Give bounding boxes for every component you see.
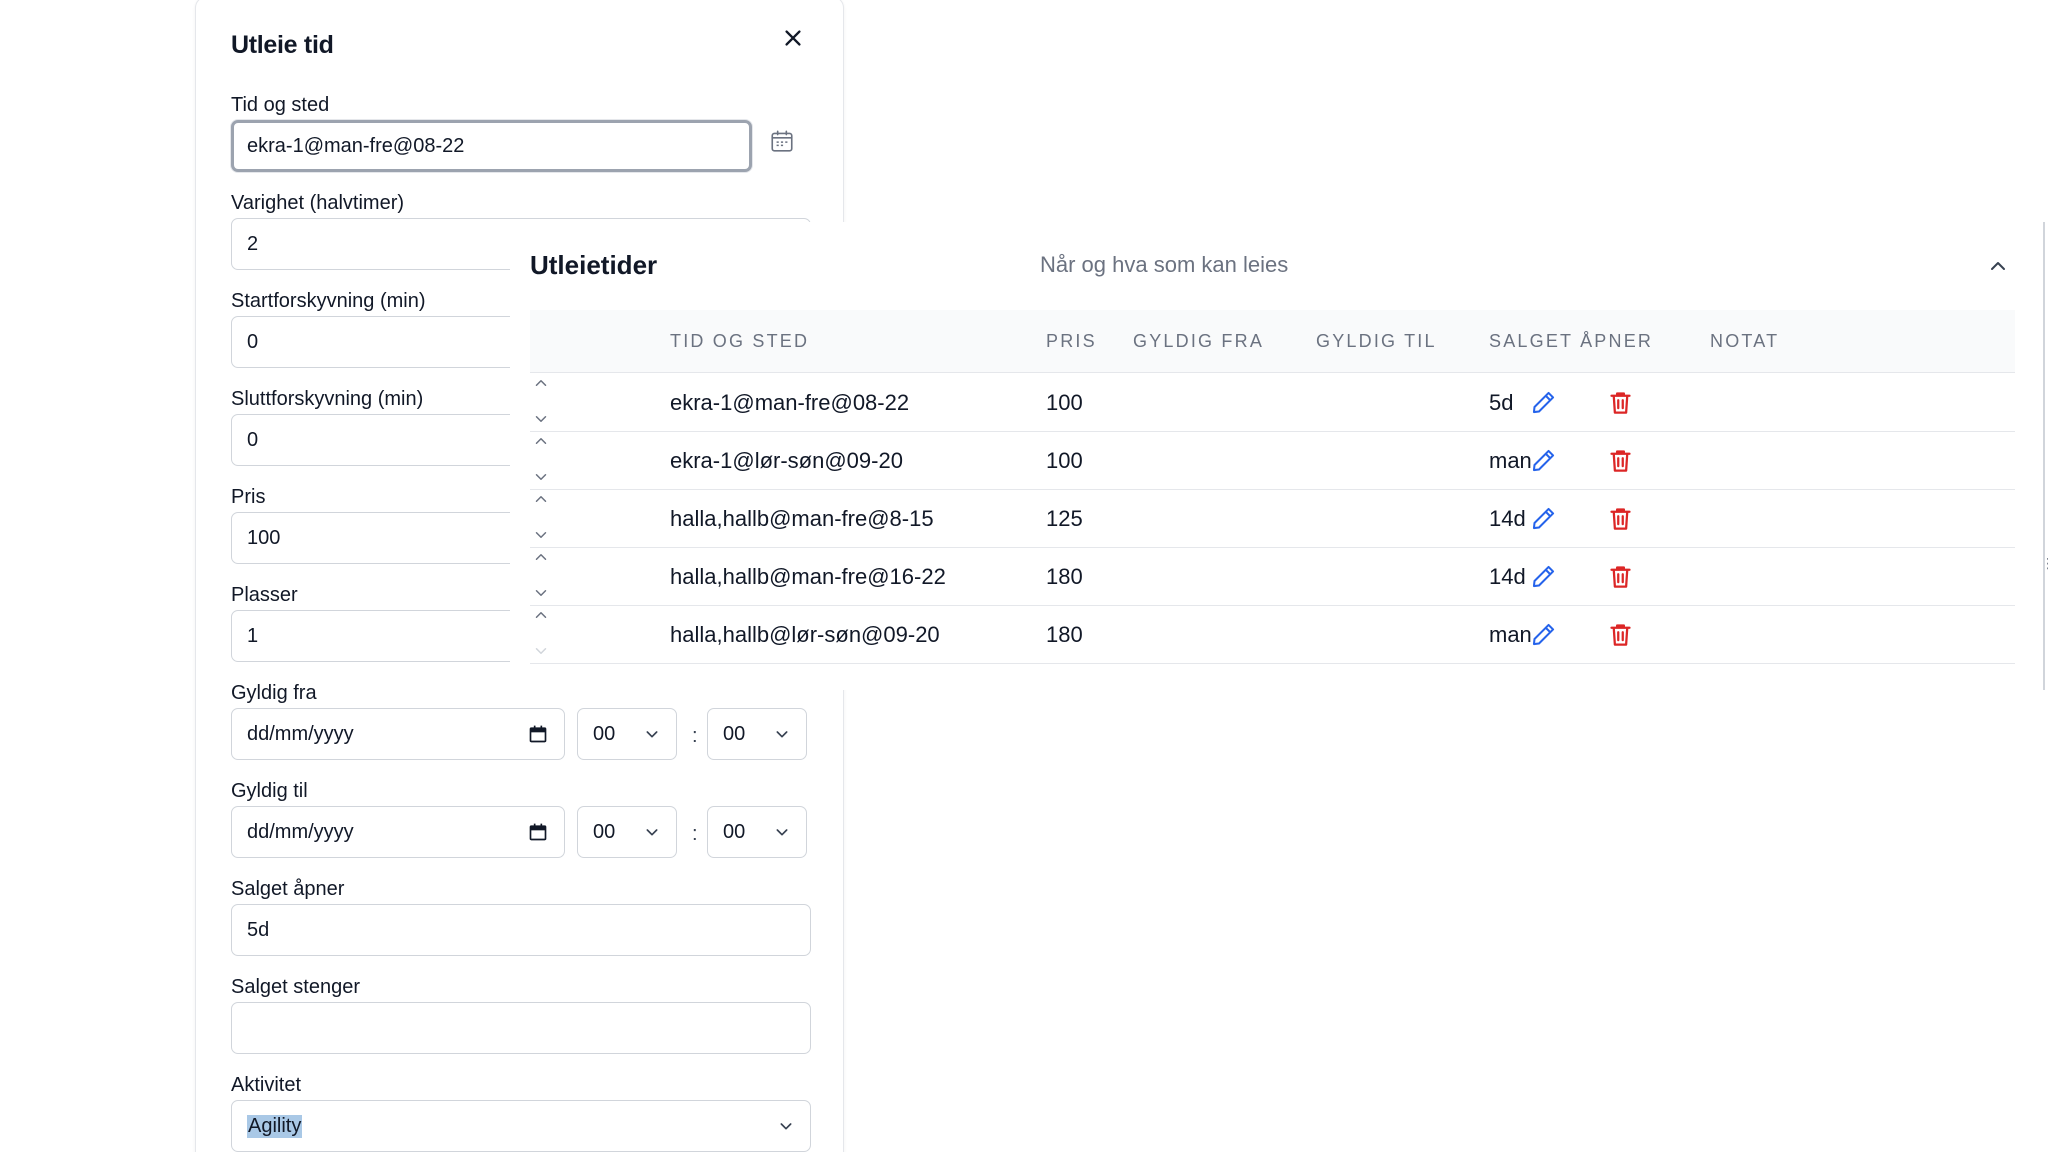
plasser-value: 1 xyxy=(247,624,259,647)
trash-icon[interactable] xyxy=(1607,563,1634,590)
startforskyvning-value: 0 xyxy=(247,330,259,353)
column-header-tid-og-sted: Tid og sted xyxy=(670,331,810,351)
column-header-pris: Pris xyxy=(1046,331,1097,351)
cell-tid-og-sted: ekra-1@man-fre@08-22 xyxy=(670,390,910,415)
gyldig-til-date-value: dd/mm/yyyy xyxy=(247,820,354,843)
move-down-icon[interactable] xyxy=(532,528,550,542)
pencil-icon[interactable] xyxy=(1530,621,1557,648)
pris-value: 100 xyxy=(247,526,281,549)
gyldig-fra-minute-value: 00 xyxy=(723,722,746,745)
cell-salget-apner: 14d xyxy=(1489,506,1526,531)
salget-stenger-input[interactable] xyxy=(231,1002,811,1054)
move-up-icon[interactable] xyxy=(532,492,550,506)
chevron-down-icon xyxy=(774,824,790,840)
trash-icon[interactable] xyxy=(1607,447,1634,474)
drag-handle-icon[interactable]: ⋮ xyxy=(2041,555,2048,572)
aktivitet-value: Agility xyxy=(247,1114,303,1138)
tid-og-sted-value: ekra-1@man-fre@08-22 xyxy=(247,134,465,157)
gyldig-til-hour-value: 00 xyxy=(593,820,616,843)
table-row: halla,hallb@lør-søn@09-20 180 man xyxy=(530,606,2015,664)
cell-tid-og-sted: halla,hallb@man-fre@16-22 xyxy=(670,564,946,589)
gyldig-til-date-input[interactable]: dd/mm/yyyy xyxy=(231,806,565,858)
column-header-salget-apner: Salget åpner xyxy=(1489,331,1654,351)
trash-icon[interactable] xyxy=(1607,621,1634,648)
cell-pris: 180 xyxy=(1046,564,1083,589)
close-icon[interactable] xyxy=(782,27,804,49)
tid-og-sted-label: Tid og sted xyxy=(231,94,330,116)
startforskyvning-label: Startforskyvning (min) xyxy=(231,290,426,312)
move-up-icon[interactable] xyxy=(532,434,550,448)
salget-apner-label: Salget åpner xyxy=(231,878,345,900)
varighet-label: Varighet (halvtimer) xyxy=(231,192,405,214)
move-up-icon[interactable] xyxy=(532,608,550,622)
cell-pris: 100 xyxy=(1046,448,1083,473)
gyldig-fra-hour-value: 00 xyxy=(593,722,616,745)
gyldig-fra-date-input[interactable]: dd/mm/yyyy xyxy=(231,708,565,760)
salget-apner-input[interactable]: 5d xyxy=(231,904,811,956)
cell-pris: 180 xyxy=(1046,622,1083,647)
pris-label: Pris xyxy=(231,486,266,508)
pencil-icon[interactable] xyxy=(1530,389,1557,416)
trash-icon[interactable] xyxy=(1607,505,1634,532)
time-separator: : xyxy=(692,725,698,747)
salget-apner-value: 5d xyxy=(247,918,270,941)
cell-salget-apner: man xyxy=(1489,448,1532,473)
trash-icon[interactable] xyxy=(1607,389,1634,416)
table-row: halla,hallb@man-fre@16-22 180 14d xyxy=(530,548,2015,606)
move-down-icon[interactable] xyxy=(532,412,550,426)
utleietider-panel: Utleietider Når og hva som kan leies Tid… xyxy=(510,222,2045,690)
chevron-down-icon xyxy=(644,726,660,742)
table-row: ekra-1@lør-søn@09-20 100 man xyxy=(530,432,2015,490)
panel-subtitle: Når og hva som kan leies xyxy=(1040,252,1289,277)
gyldig-til-label: Gyldig til xyxy=(231,780,308,802)
gyldig-til-minute-select[interactable]: 00 xyxy=(707,806,807,858)
move-down-icon[interactable] xyxy=(532,644,550,658)
plasser-label: Plasser xyxy=(231,584,298,606)
column-header-gyldig-fra: Gyldig fra xyxy=(1133,331,1265,351)
varighet-value: 2 xyxy=(247,232,259,255)
cell-tid-og-sted: halla,hallb@lør-søn@09-20 xyxy=(670,622,940,647)
move-down-icon[interactable] xyxy=(532,470,550,484)
cell-tid-og-sted: halla,hallb@man-fre@8-15 xyxy=(670,506,934,531)
panel-title: Utleietider xyxy=(530,250,658,280)
gyldig-til-minute-value: 00 xyxy=(723,820,746,843)
pencil-icon[interactable] xyxy=(1530,505,1557,532)
pencil-icon[interactable] xyxy=(1530,563,1557,590)
cell-pris: 100 xyxy=(1046,390,1083,415)
aktivitet-select[interactable]: Agility xyxy=(231,1100,811,1152)
chevron-up-icon[interactable] xyxy=(1986,254,2010,278)
move-down-icon[interactable] xyxy=(532,586,550,600)
calendar-icon[interactable] xyxy=(769,128,795,154)
chevron-down-icon xyxy=(774,726,790,742)
cell-salget-apner: man xyxy=(1489,622,1532,647)
sluttforskyvning-value: 0 xyxy=(247,428,259,451)
cell-pris: 125 xyxy=(1046,506,1083,531)
table-header: Tid og sted Pris Gyldig fra Gyldig til S… xyxy=(530,310,2015,373)
gyldig-fra-minute-select[interactable]: 00 xyxy=(707,708,807,760)
gyldig-til-hour-select[interactable]: 00 xyxy=(577,806,677,858)
gyldig-fra-hour-select[interactable]: 00 xyxy=(577,708,677,760)
time-separator: : xyxy=(692,823,698,845)
move-up-icon[interactable] xyxy=(532,550,550,564)
table-row: halla,hallb@man-fre@8-15 125 14d xyxy=(530,490,2015,548)
modal-title: Utleie tid xyxy=(231,31,334,59)
salget-stenger-label: Salget stenger xyxy=(231,976,360,998)
cell-tid-og-sted: ekra-1@lør-søn@09-20 xyxy=(670,448,903,473)
column-header-gyldig-til: Gyldig til xyxy=(1316,331,1437,351)
column-header-notat: Notat xyxy=(1710,331,1780,351)
move-up-icon[interactable] xyxy=(532,376,550,390)
gyldig-fra-date-value: dd/mm/yyyy xyxy=(247,722,354,745)
gyldig-fra-label: Gyldig fra xyxy=(231,682,317,704)
table-row: ekra-1@man-fre@08-22 100 5d xyxy=(530,374,2015,432)
cell-salget-apner: 5d xyxy=(1489,390,1514,415)
aktivitet-label: Aktivitet xyxy=(231,1074,302,1096)
pencil-icon[interactable] xyxy=(1530,447,1557,474)
tid-og-sted-input[interactable]: ekra-1@man-fre@08-22 xyxy=(231,120,752,172)
calendar-icon[interactable] xyxy=(528,724,548,744)
cell-salget-apner: 14d xyxy=(1489,564,1526,589)
calendar-icon[interactable] xyxy=(528,822,548,842)
chevron-down-icon xyxy=(644,824,660,840)
sluttforskyvning-label: Sluttforskyvning (min) xyxy=(231,388,424,410)
chevron-down-icon xyxy=(778,1118,794,1134)
